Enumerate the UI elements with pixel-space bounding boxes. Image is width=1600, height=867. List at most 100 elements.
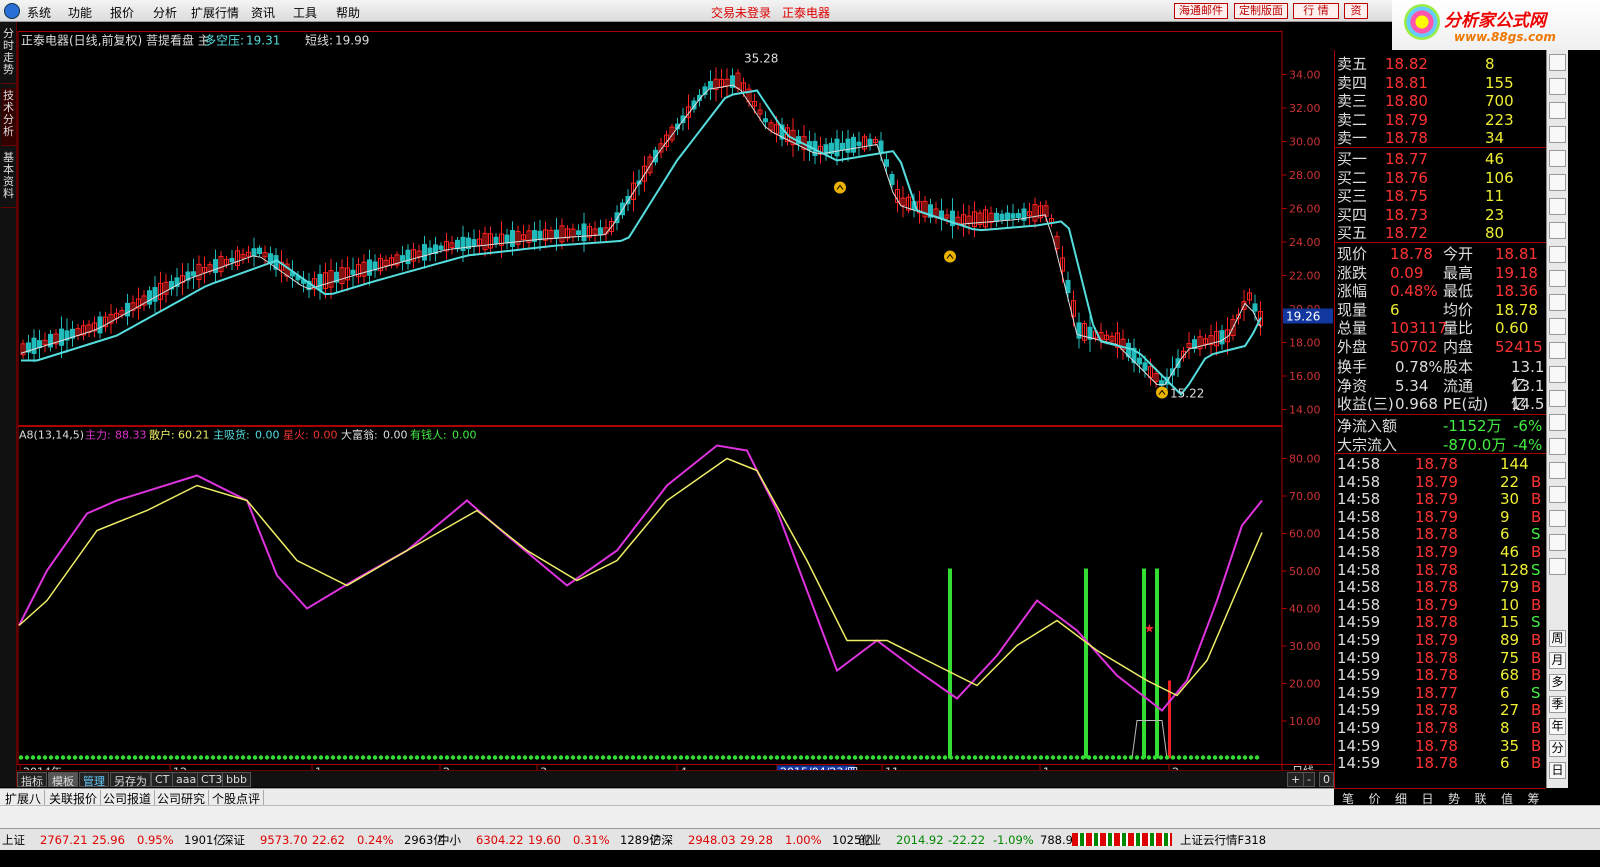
toolbar-icon[interactable] — [1549, 78, 1566, 95]
market-button[interactable]: 行 情 — [1293, 3, 1339, 19]
zero-dot — [1044, 755, 1050, 760]
ask-row[interactable]: 卖一 18.78 34 — [1335, 129, 1547, 147]
zero-dot — [1152, 755, 1158, 760]
toolbar-icon[interactable] — [1549, 150, 1566, 167]
toolbar-icon[interactable] — [1549, 294, 1566, 311]
trade-row[interactable]: 14:58 18.79 30 B — [1335, 490, 1547, 508]
trade-row[interactable]: 14:58 18.79 46 B — [1335, 543, 1547, 561]
period-tool[interactable]: 分 — [1549, 740, 1566, 757]
zero-dot — [1254, 755, 1260, 760]
tab-ct[interactable]: CT — [151, 772, 174, 787]
ask-row[interactable]: 卖四 18.81 155 — [1335, 74, 1547, 92]
flow-row[interactable]: 净流入额 -1152万 -6% — [1335, 417, 1547, 435]
menu-info[interactable]: 资讯 — [251, 4, 275, 21]
period-tool[interactable]: 月 — [1549, 652, 1566, 669]
toolbar-icon[interactable] — [1549, 390, 1566, 407]
toolbar-icon[interactable] — [1549, 510, 1566, 527]
stat-row[interactable]: 现量 6 均价 18.78 — [1335, 301, 1547, 319]
toolbar-icon[interactable] — [1549, 246, 1566, 263]
login-status[interactable]: 交易未登录 — [711, 4, 771, 21]
toolbar-icon[interactable] — [1549, 366, 1566, 383]
trade-row[interactable]: 14:59 18.78 6 B — [1335, 754, 1547, 772]
menu-help[interactable]: 帮助 — [336, 4, 360, 21]
trade-row[interactable]: 14:59 18.78 15 S — [1335, 613, 1547, 631]
trade-row[interactable]: 14:58 18.78 79 B — [1335, 578, 1547, 596]
menu-function[interactable]: 功能 — [68, 4, 92, 21]
trade-row[interactable]: 14:58 18.78 144 — [1335, 455, 1547, 473]
toolbar-icon[interactable] — [1549, 198, 1566, 215]
toolbar-icon[interactable] — [1549, 270, 1566, 287]
menu-tools[interactable]: 工具 — [293, 4, 317, 21]
mail-button[interactable]: 海通邮件 — [1174, 3, 1228, 19]
trade-row[interactable]: 14:59 18.78 75 B — [1335, 649, 1547, 667]
tab-indicator[interactable]: 指标 — [17, 772, 47, 788]
info-row[interactable]: 换手 0.78% 股本 13.1亿 — [1335, 358, 1547, 394]
stat-row[interactable]: 总量 103117 量比 0.60 — [1335, 319, 1547, 337]
toolbar-icon[interactable] — [1549, 222, 1566, 239]
zoom-reset-button[interactable]: 0 — [1319, 772, 1334, 787]
bid-row[interactable]: 买一 18.77 46 — [1335, 150, 1547, 168]
trade-row[interactable]: 14:58 18.79 22 B — [1335, 473, 1547, 491]
trade-row[interactable]: 14:59 18.77 6 S — [1335, 684, 1547, 702]
menu-extended[interactable]: 扩展行情 — [191, 4, 239, 21]
tab-aaa[interactable]: aaa — [172, 772, 201, 787]
ask-row[interactable]: 卖五 18.82 8 — [1335, 55, 1547, 73]
period-tool[interactable]: 季 — [1549, 696, 1566, 713]
toolbar-icon[interactable] — [1549, 342, 1566, 359]
toolbar-icon[interactable] — [1549, 126, 1566, 143]
period-tool[interactable]: 多 — [1549, 674, 1566, 691]
zoom-in-button[interactable]: + — [1287, 772, 1305, 787]
tab-technical[interactable]: 技术分析 — [1, 88, 16, 146]
stat-row[interactable]: 涨跌 0.09 最高 19.18 — [1335, 264, 1547, 282]
menu-quote[interactable]: 报价 — [110, 4, 134, 21]
period-tool[interactable]: 年 — [1549, 718, 1566, 735]
menu-system[interactable]: 系统 — [27, 4, 51, 21]
toolbar-icon[interactable] — [1549, 534, 1566, 551]
ask-row[interactable]: 卖三 18.80 700 — [1335, 92, 1547, 110]
toolbar-icon[interactable] — [1549, 174, 1566, 191]
tab-manage[interactable]: 管理 — [79, 772, 109, 788]
toolbar-icon[interactable] — [1549, 558, 1566, 575]
menu-analysis[interactable]: 分析 — [153, 4, 177, 21]
bid-row[interactable]: 买五 18.72 80 — [1335, 224, 1547, 242]
tab-fundamental[interactable]: 基本资料 — [1, 150, 16, 208]
toolbar-icon[interactable] — [1549, 462, 1566, 479]
flow-row[interactable]: 大宗流入 -870.0万 -4% — [1335, 436, 1547, 454]
trade-row[interactable]: 14:58 18.78 128 S — [1335, 561, 1547, 579]
toolbar-icon[interactable] — [1549, 54, 1566, 71]
period-tool[interactable]: 日 — [1549, 762, 1566, 779]
brand-logo[interactable]: 分析家公式网 www.88gs.com — [1392, 0, 1600, 50]
trade-row[interactable]: 14:58 18.78 6 S — [1335, 525, 1547, 543]
tab-timeshare[interactable]: 分时走势 — [1, 26, 16, 84]
period-tool[interactable]: 周 — [1549, 630, 1566, 647]
tick-volume: 15 — [1500, 613, 1520, 632]
tab-saveas[interactable]: 另存为 — [110, 772, 151, 788]
info-row[interactable]: 净资 5.34 流通 13.1亿 — [1335, 377, 1547, 413]
trade-row[interactable]: 14:59 18.78 8 B — [1335, 719, 1547, 737]
trade-row[interactable]: 14:59 18.78 68 B — [1335, 666, 1547, 684]
bid-row[interactable]: 买四 18.73 23 — [1335, 206, 1547, 224]
toolbar-icon[interactable] — [1549, 438, 1566, 455]
toolbar-icon[interactable] — [1549, 102, 1566, 119]
trade-row[interactable]: 14:58 18.79 10 B — [1335, 596, 1547, 614]
layout-button[interactable]: 定制版面 — [1234, 3, 1288, 19]
bid-row[interactable]: 买二 18.76 106 — [1335, 169, 1547, 187]
zoom-out-button[interactable]: - — [1303, 772, 1315, 787]
ask-row[interactable]: 卖二 18.79 223 — [1335, 111, 1547, 129]
info-button[interactable]: 资 — [1344, 3, 1368, 19]
toolbar-icon[interactable] — [1549, 414, 1566, 431]
tab-bbb[interactable]: bbb — [222, 772, 251, 787]
stat-row[interactable]: 现价 18.78 今开 18.81 — [1335, 245, 1547, 263]
toolbar-icon[interactable] — [1549, 486, 1566, 503]
info-row[interactable]: 收益(三) 0.968 PE(动) 14.5 — [1335, 395, 1547, 413]
tab-template[interactable]: 模板 — [48, 772, 78, 788]
stat-row[interactable]: 涨幅 0.48% 最低 18.36 — [1335, 282, 1547, 300]
stat-row[interactable]: 外盘 50702 内盘 52415 — [1335, 338, 1547, 356]
trade-row[interactable]: 14:59 18.78 35 B — [1335, 737, 1547, 755]
trade-row[interactable]: 14:59 18.79 89 B — [1335, 631, 1547, 649]
trade-row[interactable]: 14:59 18.78 27 B — [1335, 701, 1547, 719]
toolbar-icon[interactable] — [1549, 318, 1566, 335]
kline-chart[interactable]: 34.00 32.00 30.00 28.00 26.00 24.00 22.00 20.00… — [17, 22, 1333, 787]
bid-row[interactable]: 买三 18.75 11 — [1335, 187, 1547, 205]
trade-row[interactable]: 14:58 18.79 9 B — [1335, 508, 1547, 526]
